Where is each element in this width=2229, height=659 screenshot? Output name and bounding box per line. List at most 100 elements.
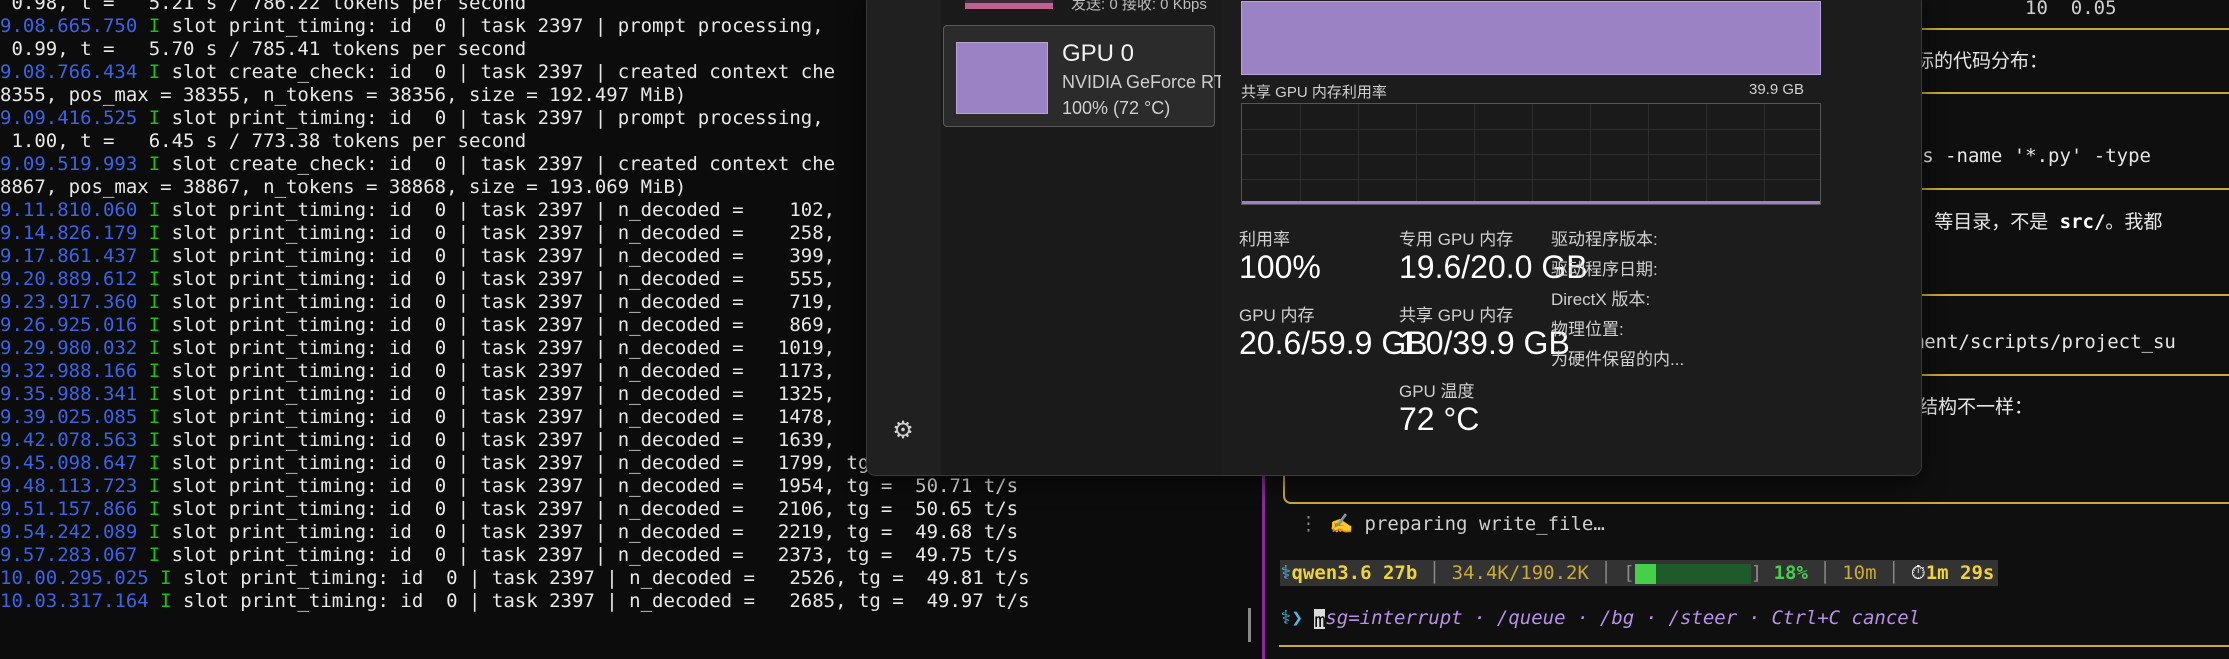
log-line: 9.14.826.179 I slot print_timing: id 0 |… (0, 222, 847, 245)
gpu-card-title: GPU 0 (1062, 40, 1135, 67)
gpu-thumbnail-graph (956, 42, 1048, 114)
log-message: slot print_timing: id 0 | task 2397 | n_… (160, 406, 847, 428)
text-span: 。我都 (2105, 211, 2163, 233)
log-message: slot print_timing: id 0 | task 2397 | n_… (160, 268, 847, 290)
gpu-card-selected[interactable]: GPU 0 NVIDIA GeForce RT... 100% (72 °C) (943, 25, 1238, 127)
model-name: qwen3.6 27b (1291, 562, 1418, 584)
gear-icon[interactable]: ⚙ (889, 417, 917, 445)
log-message: slot print_timing: id 0 | task 2397 | n_… (171, 567, 1030, 589)
log-line: 8867, pos_max = 38867, n_tokens = 38868,… (0, 176, 686, 199)
log-line: 9.20.889.612 I slot print_timing: id 0 |… (0, 268, 847, 291)
log-timestamp: 9.29.980.032 (0, 337, 138, 359)
log-message: 8867, pos_max = 38867, n_tokens = 38868,… (0, 176, 687, 198)
log-message: slot create_check: id 0 | task 2397 | cr… (160, 153, 836, 175)
log-line: 9.39.025.085 I slot print_timing: id 0 |… (0, 406, 847, 429)
log-level: I (137, 452, 161, 474)
log-message: slot print_timing: id 0 | task 2397 | n_… (160, 360, 847, 382)
network-card-label: 发送: 0 接收: 0 Kbps (1071, 0, 1207, 13)
gpu-detail-panel: 共享 GPU 内存利用率 39.9 GB 利用率 100% 专用 GPU 内存 … (1221, 0, 1921, 475)
log-level: I (137, 153, 161, 175)
util-value: 100% (1239, 249, 1321, 285)
log-timestamp: 9.32.988.166 (0, 360, 138, 382)
log-message: slot print_timing: id 0 | task 2397 | n_… (160, 245, 847, 267)
log-message: slot print_timing: id 0 | task 2397 | n_… (160, 199, 847, 221)
log-line: 9.11.810.060 I slot print_timing: id 0 |… (0, 199, 847, 222)
log-line: 1.00, t = 6.45 s / 773.38 tokens per sec… (0, 130, 526, 153)
log-level: I (137, 245, 161, 267)
log-line: 0.98, t = 5.21 s / 786.22 tokens per sec… (0, 0, 526, 15)
input-prompt[interactable]: ⚕❯ msg=interrupt · /queue · /bg · /steer… (1280, 606, 1921, 632)
device-list: 发送: 0 接收: 0 Kbps GPU 0 NVIDIA GeForce RT… (941, 0, 1238, 475)
directx-label: DirectX 版本: (1551, 290, 1651, 309)
log-message: slot print_timing: id 0 | task 2397 | n_… (160, 337, 847, 359)
gpu-temp-label: GPU 温度 (1399, 382, 1475, 401)
log-timestamp: 9.57.283.067 (0, 544, 138, 566)
log-line: 10.00.295.025 I slot print_timing: id 0 … (0, 567, 1030, 590)
log-line: 9.17.861.437 I slot print_timing: id 0 |… (0, 245, 847, 268)
log-timestamp: 9.48.113.723 (0, 475, 138, 497)
session-time: 10m (1842, 562, 1877, 584)
tree-prefix: ⋮ (1299, 513, 1318, 535)
context-progress-bar (1634, 563, 1751, 584)
log-message: slot print_timing: id 0 | task 2397 | n_… (160, 291, 847, 313)
reserved-memory-label: 为硬件保留的内... (1551, 350, 1685, 369)
log-message: 0.99, t = 5.70 s / 785.41 tokens per sec… (0, 38, 527, 60)
log-level: I (137, 383, 161, 405)
network-card[interactable]: 发送: 0 接收: 0 Kbps (951, 0, 1213, 13)
log-timestamp: 9.09.416.525 (0, 107, 138, 129)
elapsed-time: 1m 29s (1925, 562, 1995, 584)
log-line: 9.09.416.525 I slot print_timing: id 0 |… (0, 107, 835, 130)
log-line: 9.09.519.993 I slot create_check: id 0 |… (0, 153, 835, 176)
log-timestamp: 9.39.025.085 (0, 406, 138, 428)
util-label: 利用率 (1239, 230, 1290, 249)
log-level: I (137, 268, 161, 290)
log-line: 9.08.766.434 I slot create_check: id 0 |… (0, 61, 835, 84)
log-level: I (137, 199, 161, 221)
caduceus-icon: ⚕ (1280, 562, 1292, 584)
log-line: 9.08.665.750 I slot print_timing: id 0 |… (0, 15, 835, 38)
gpu-mem-label: GPU 内存 (1239, 306, 1315, 325)
shared-mem-value: 1.0/39.9 GB (1399, 325, 1570, 361)
log-timestamp: 9.51.157.866 (0, 498, 138, 520)
nav-rail: ⚙ (867, 0, 941, 475)
log-line: 9.54.242.089 I slot print_timing: id 0 |… (0, 521, 1018, 544)
log-level: I (137, 360, 161, 382)
shared-mem-label: 共享 GPU 内存 (1399, 306, 1514, 325)
log-level: I (148, 590, 172, 612)
scrollbar-thumb[interactable] (1248, 608, 1251, 642)
log-line: 9.35.988.341 I slot print_timing: id 0 |… (0, 383, 847, 406)
log-message: slot print_timing: id 0 | task 2397 | n_… (160, 521, 1019, 543)
log-message: slot print_timing: id 0 | task 2397 | n_… (160, 383, 847, 405)
shared-graph-max: 39.9 GB (1749, 81, 1805, 98)
log-timestamp: 9.08.766.434 (0, 61, 138, 83)
log-level: I (137, 291, 161, 313)
prompt-hint: sg=interrupt · /queue · /bg · /steer · C… (1325, 607, 1921, 629)
log-line: 9.51.157.866 I slot print_timing: id 0 |… (0, 498, 1018, 521)
physical-location-label: 物理位置: (1551, 320, 1624, 339)
log-message: 1.00, t = 6.45 s / 773.38 tokens per sec… (0, 130, 527, 152)
log-line: 9.42.078.563 I slot print_timing: id 0 |… (0, 429, 847, 452)
log-level: I (137, 475, 161, 497)
log-timestamp: 9.45.098.647 (0, 452, 138, 474)
log-timestamp: 10.03.317.164 (0, 590, 149, 612)
log-level: I (137, 498, 161, 520)
log-message: slot print_timing: id 0 | task 2397 | n_… (160, 314, 847, 336)
log-message: slot print_timing: id 0 | task 2397 | n_… (160, 475, 1019, 497)
log-line: 9.32.988.166 I slot print_timing: id 0 |… (0, 360, 847, 383)
progress-percent: 18% (1773, 562, 1808, 584)
shared-graph-label: 共享 GPU 内存利用率 (1241, 84, 1387, 101)
log-message: slot create_check: id 0 | task 2397 | cr… (160, 61, 836, 83)
task-manager-window[interactable]: ⚙ 发送: 0 接收: 0 Kbps GPU 0 NVIDIA GeForce … (866, 0, 1922, 476)
log-message: 8355, pos_max = 38355, n_tokens = 38356,… (0, 84, 687, 106)
log-line: 9.48.113.723 I slot print_timing: id 0 |… (0, 475, 1018, 498)
log-timestamp: 9.11.810.060 (0, 199, 138, 221)
log-timestamp: 9.42.078.563 (0, 429, 138, 451)
log-timestamp: 9.17.861.437 (0, 245, 138, 267)
log-timestamp: 9.20.889.612 (0, 268, 138, 290)
log-timestamp: 9.09.519.993 (0, 153, 138, 175)
log-line: 8355, pos_max = 38355, n_tokens = 38356,… (0, 84, 686, 107)
log-line: 9.23.917.360 I slot print_timing: id 0 |… (0, 291, 847, 314)
stopwatch-icon: ⏱ (1910, 562, 1926, 584)
log-level: I (137, 406, 161, 428)
log-line: 10.03.317.164 I slot print_timing: id 0 … (0, 590, 1030, 613)
